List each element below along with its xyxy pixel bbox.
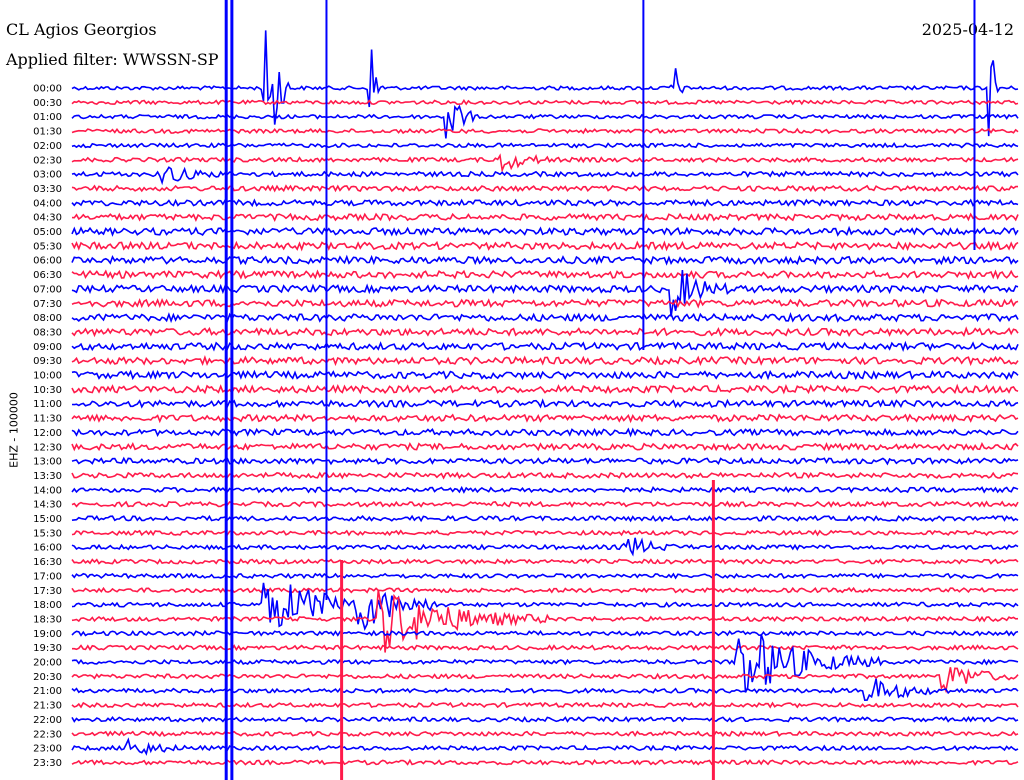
trace-row: [71, 326, 1019, 338]
time-tick-label: 00:30: [33, 98, 62, 109]
time-tick-label: 23:00: [33, 744, 62, 755]
trace-row: [71, 537, 1019, 557]
time-tick-label: 19:30: [33, 643, 62, 654]
time-tick-label: 02:00: [33, 141, 62, 152]
trace-row: [71, 270, 1019, 317]
time-tick-label: 12:00: [33, 428, 62, 439]
trace-row: [71, 456, 1019, 466]
trace-row: [71, 471, 1019, 480]
trace-row: [71, 500, 1019, 509]
time-tick-label: 19:00: [33, 629, 62, 640]
time-tick-label: 21:30: [33, 701, 62, 712]
time-tick-label: 11:00: [33, 399, 62, 410]
time-tick-label: 06:30: [33, 270, 62, 281]
time-tick-label: 21:00: [33, 686, 62, 697]
time-tick-label: 13:30: [33, 471, 62, 482]
helicorder-plot: 00:00 00:30 01:00 01:30 02:00 02:30 03:00 03:30…: [33, 0, 1019, 780]
time-tick-group: 00:00 00:30 01:00 01:30 02:00 02:30 03:00 03:30…: [33, 84, 62, 769]
time-tick-label: 03:30: [33, 184, 62, 195]
time-tick-label: 18:00: [33, 600, 62, 611]
trace-row: [71, 485, 1019, 494]
time-tick-label: 09:30: [33, 356, 62, 367]
time-tick-label: 10:30: [33, 385, 62, 396]
trace-row: [71, 254, 1019, 266]
time-tick-label: 18:30: [33, 614, 62, 625]
trace-row: [71, 240, 1019, 252]
trace-row: [71, 212, 1019, 222]
trace-row: [71, 558, 1019, 566]
time-tick-label: 04:30: [33, 213, 62, 224]
trace-group: [71, 0, 1019, 780]
trace-row: [71, 715, 1019, 723]
time-tick-label: 13:00: [33, 457, 62, 468]
trace-row: [71, 30, 1019, 137]
time-tick-label: 05:00: [33, 227, 62, 238]
trace-row: [71, 427, 1019, 438]
time-tick-label: 14:30: [33, 500, 62, 511]
trace-row: [71, 297, 1019, 309]
trace-row: [71, 184, 1018, 193]
time-tick-label: 07:00: [33, 284, 62, 295]
time-tick-label: 06:00: [33, 256, 62, 267]
trace-row: [71, 99, 1019, 106]
time-tick-label: 01:00: [33, 112, 62, 123]
trace-row: [71, 127, 1019, 135]
trace-row: [71, 383, 1019, 395]
time-tick-label: 01:30: [33, 127, 62, 138]
trace-row: [71, 153, 1019, 174]
time-tick-label: 16:30: [33, 557, 62, 568]
trace-row: [71, 441, 1019, 452]
trace-row: [71, 758, 1019, 766]
trace-row: [71, 586, 1019, 594]
time-tick-label: 00:00: [33, 84, 62, 95]
time-tick-label: 02:30: [33, 155, 62, 166]
trace-row: [71, 529, 1019, 537]
time-tick-label: 20:00: [33, 658, 62, 669]
time-tick-label: 17:30: [33, 586, 62, 597]
trace-row: [71, 629, 1019, 637]
time-tick-label: 08:30: [33, 327, 62, 338]
trace-row: [71, 225, 1019, 237]
trace-row: [72, 644, 1019, 652]
trace-row: [71, 311, 1019, 324]
trace-row: [71, 737, 1019, 756]
time-tick-label: 15:00: [33, 514, 62, 525]
trace-row: [71, 589, 1019, 653]
trace-row: [71, 269, 1019, 280]
trace-row: [71, 678, 1019, 702]
time-tick-label: 17:00: [33, 571, 62, 582]
time-tick-label: 15:30: [33, 528, 62, 539]
trace-row: [71, 572, 1019, 580]
time-tick-label: 11:30: [33, 414, 62, 425]
time-tick-label: 23:30: [33, 758, 62, 769]
trace-row: [71, 340, 1019, 353]
time-tick-label: 04:00: [33, 198, 62, 209]
trace-row: [71, 166, 1019, 186]
time-tick-label: 16:00: [33, 543, 62, 554]
trace-row: [71, 354, 1019, 367]
time-tick-label: 22:30: [33, 729, 62, 740]
trace-row: [71, 701, 1019, 709]
trace-row: [71, 514, 1019, 523]
time-tick-label: 07:30: [33, 299, 62, 310]
time-tick-label: 14:00: [33, 485, 62, 496]
trace-row: [71, 142, 1019, 149]
trace-row: [71, 413, 1019, 424]
time-tick-label: 12:30: [33, 442, 62, 453]
time-tick-label: 20:30: [33, 672, 62, 683]
time-tick-label: 03:00: [33, 170, 62, 181]
trace-row: [71, 198, 1019, 208]
trace-row: [71, 369, 1019, 381]
trace-row: [71, 398, 1019, 409]
time-tick-label: 05:30: [33, 241, 62, 252]
time-tick-label: 22:00: [33, 715, 62, 726]
time-tick-label: 10:00: [33, 371, 62, 382]
time-tick-label: 08:00: [33, 313, 62, 324]
trace-row: [71, 730, 1019, 738]
time-tick-label: 09:00: [33, 342, 62, 353]
